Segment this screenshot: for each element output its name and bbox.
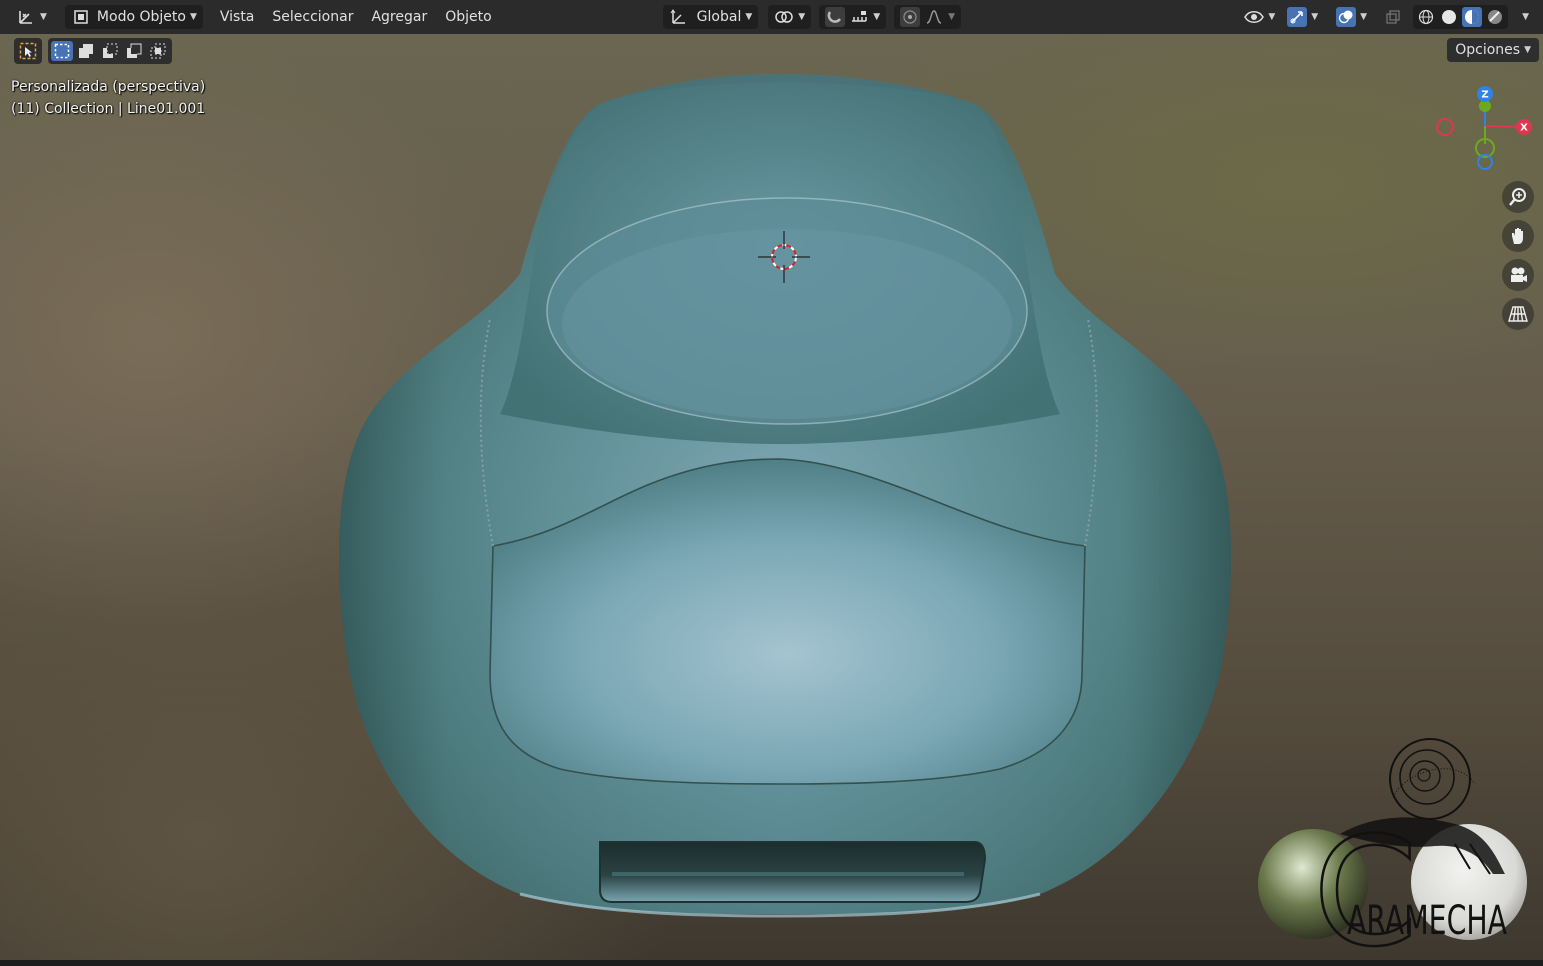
chevron-down-icon: ▼ bbox=[40, 12, 47, 22]
3d-viewport[interactable]: Opciones ▼ Personalizada (perspectiva) (… bbox=[0, 34, 1543, 960]
gizmo-z-label: Z bbox=[1481, 90, 1488, 101]
overlay-toggle[interactable]: ▼ bbox=[1330, 5, 1373, 29]
zoom-icon bbox=[1509, 188, 1526, 206]
mode-label: Modo Objeto bbox=[96, 9, 186, 25]
snap-group: ▼ bbox=[819, 5, 887, 29]
solid-shading-icon[interactable] bbox=[1439, 7, 1459, 27]
menu-agregar[interactable]: Agregar bbox=[362, 5, 436, 29]
collection-info: (11) Collection | Line01.001 bbox=[11, 101, 206, 117]
xray-toggle[interactable] bbox=[1377, 5, 1409, 29]
select-mode-group bbox=[48, 38, 172, 64]
select-subtract-icon bbox=[103, 43, 118, 58]
pivot-point-selector[interactable]: ▼ bbox=[768, 5, 812, 29]
editor-type-selector[interactable]: ▼ bbox=[10, 5, 53, 29]
hand-pan-icon bbox=[1512, 228, 1523, 244]
logo-text: ARAMECHA bbox=[1347, 898, 1507, 944]
menu-seleccionar[interactable]: Seleccionar bbox=[263, 5, 362, 29]
navigation-buttons bbox=[1502, 181, 1534, 330]
pan-button[interactable] bbox=[1502, 220, 1534, 252]
object-mode-icon bbox=[71, 7, 91, 27]
viewport-header: ▼ Modo Objeto ▼ Vista Seleccionar Agrega… bbox=[0, 0, 1543, 34]
chevron-down-icon: ▼ bbox=[1311, 12, 1319, 22]
zoom-button[interactable] bbox=[1502, 181, 1534, 213]
chevron-down-icon: ▼ bbox=[1268, 12, 1276, 22]
proportional-editing-icon[interactable] bbox=[900, 7, 921, 27]
options-label: Opciones bbox=[1455, 42, 1521, 58]
view-name: Personalizada (perspectiva) bbox=[11, 79, 206, 95]
gizmo-x-negative[interactable] bbox=[1436, 118, 1454, 136]
chevron-down-icon: ▼ bbox=[189, 12, 197, 22]
falloff-curve-icon[interactable] bbox=[924, 7, 944, 27]
select-invert-icon bbox=[127, 43, 142, 58]
mode-selector[interactable]: Modo Objeto ▼ bbox=[64, 5, 203, 29]
chevron-down-icon: ▼ bbox=[745, 12, 753, 22]
snap-magnet-icon[interactable] bbox=[825, 7, 846, 27]
select-tool-button[interactable] bbox=[17, 41, 39, 61]
select-box-cursor-icon bbox=[19, 42, 37, 60]
wireframe-shading-icon[interactable] bbox=[1416, 7, 1436, 27]
orientation-axes-icon bbox=[669, 7, 689, 27]
gizmo-toggle-icon bbox=[1287, 7, 1308, 27]
viewport-info: Personalizada (perspectiva) (11) Collect… bbox=[11, 76, 205, 120]
overlay-toggle-icon bbox=[1336, 7, 1357, 27]
select-mode-invert[interactable] bbox=[123, 41, 145, 61]
select-mode-extend[interactable] bbox=[75, 41, 97, 61]
shading-options-dropdown[interactable]: ▼ bbox=[1512, 5, 1535, 29]
chevron-down-icon: ▼ bbox=[1524, 45, 1531, 55]
material-preview-shading-icon[interactable] bbox=[1462, 7, 1483, 27]
options-dropdown[interactable]: Opciones ▼ bbox=[1447, 38, 1539, 62]
select-tool-group bbox=[14, 38, 42, 64]
chevron-down-icon: ▼ bbox=[798, 12, 806, 22]
chevron-down-icon: ▼ bbox=[1522, 12, 1529, 22]
menu-objeto[interactable]: Objeto bbox=[436, 5, 500, 29]
pivot-point-icon bbox=[774, 7, 794, 27]
select-extend-icon bbox=[79, 44, 93, 58]
tool-settings-row bbox=[14, 38, 172, 64]
gizmo-x-label: X bbox=[1520, 123, 1528, 134]
snap-increment-icon[interactable] bbox=[849, 7, 869, 27]
select-new-icon bbox=[54, 43, 70, 59]
rendered-shading-icon[interactable] bbox=[1485, 7, 1505, 27]
bottom-edge bbox=[0, 960, 1543, 966]
select-mode-intersect[interactable] bbox=[147, 41, 169, 61]
camera-view-button[interactable] bbox=[1502, 259, 1534, 291]
axis-gizmo-icon bbox=[16, 7, 36, 27]
eye-visibility-icon bbox=[1244, 7, 1265, 27]
visibility-selector[interactable]: ▼ bbox=[1238, 5, 1281, 29]
select-mode-new[interactable] bbox=[51, 41, 73, 61]
select-mode-subtract[interactable] bbox=[99, 41, 121, 61]
3d-cursor-icon[interactable] bbox=[758, 231, 810, 283]
select-intersect-icon bbox=[150, 43, 166, 59]
xray-icon bbox=[1383, 7, 1403, 27]
transform-orientation-selector[interactable]: Global ▼ bbox=[662, 5, 759, 29]
shading-mode-group bbox=[1413, 5, 1509, 29]
menu-vista[interactable]: Vista bbox=[211, 5, 264, 29]
caramecha-logo: C ARAMECHA bbox=[1258, 738, 1527, 960]
proportional-group: ▼ bbox=[894, 5, 962, 29]
chevron-down-icon: ▼ bbox=[948, 12, 956, 22]
chevron-down-icon: ▼ bbox=[1360, 12, 1368, 22]
navigation-gizmo[interactable]: Z X bbox=[1428, 84, 1538, 174]
transform-orientation-label: Global bbox=[696, 9, 742, 25]
ortho-toggle-button[interactable] bbox=[1502, 298, 1534, 330]
camera-icon bbox=[1511, 267, 1527, 282]
chevron-down-icon: ▼ bbox=[873, 12, 881, 22]
grid-ortho-icon bbox=[1508, 306, 1528, 322]
gizmo-toggle[interactable]: ▼ bbox=[1281, 5, 1324, 29]
